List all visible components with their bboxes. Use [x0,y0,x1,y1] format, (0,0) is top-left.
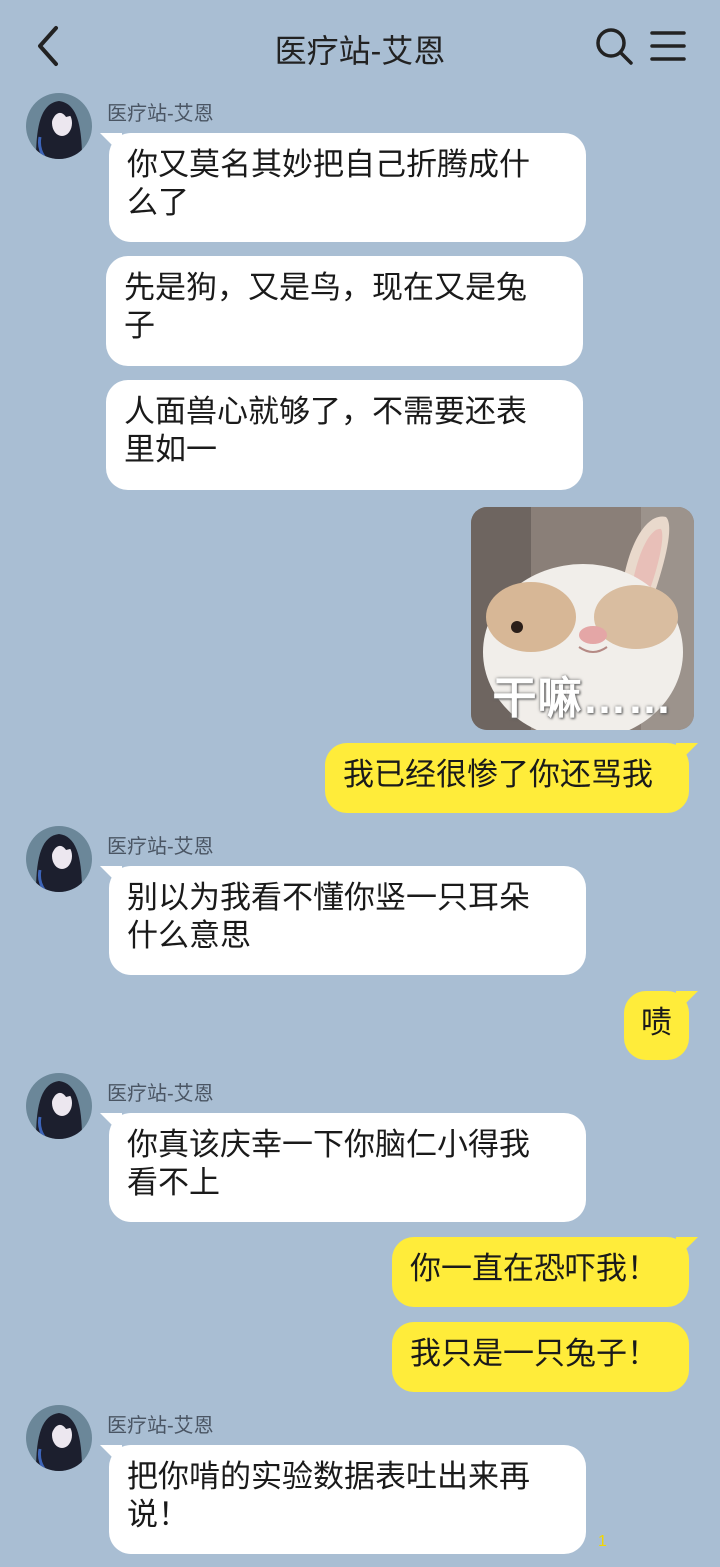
message-line: 里如一 [124,432,217,467]
message-bubble[interactable]: 你真该庆幸一下你脑仁小得我 看不上 [109,1113,586,1222]
avatar[interactable] [26,1405,92,1471]
message-line: 看不上 [127,1165,220,1200]
message-line: 你真该庆幸一下你脑仁小得我 [127,1127,530,1162]
message-bubble[interactable]: 你一直在恐吓我！ [392,1237,689,1307]
message-line: 啧 [641,1005,672,1040]
message-line: 别以为我看不懂你竖一只耳朵 [127,880,530,915]
message-line: 我只是一只兔子！ [410,1336,658,1371]
message-bubble[interactable]: 先是狗，又是鸟，现在又是兔 子 [106,256,583,366]
message-bubble[interactable]: 我只是一只兔子！ [392,1322,689,1392]
message-line: 么了 [127,185,189,220]
menu-button[interactable] [646,24,690,68]
hamburger-menu-icon [650,31,686,61]
message-line: 我已经很惨了你还骂我 [343,757,653,792]
sender-name: 医疗站-艾恩 [107,103,214,125]
search-button[interactable] [592,24,636,68]
message-bubble[interactable]: 人面兽心就够了，不需要还表 里如一 [106,380,583,490]
sticker-image[interactable]: 干嘛…… [471,507,694,730]
message-line: 先是狗，又是鸟，现在又是兔 [124,270,527,305]
message-line: 人面兽心就够了，不需要还表 [124,394,527,429]
unread-count-badge: 1 [598,1533,607,1550]
sender-name: 医疗站-艾恩 [107,836,214,858]
chevron-left-icon [38,26,58,66]
message-bubble[interactable]: 别以为我看不懂你竖一只耳朵 什么意思 [109,866,586,975]
message-line: 你一直在恐吓我！ [410,1251,658,1286]
message-line: 说！ [127,1497,189,1532]
avatar[interactable] [26,93,92,159]
sender-name: 医疗站-艾恩 [107,1083,214,1105]
sender-name: 医疗站-艾恩 [107,1415,214,1437]
avatar[interactable] [26,826,92,892]
top-bar: 医疗站-艾恩 [0,0,720,95]
message-bubble[interactable]: 我已经很惨了你还骂我 [325,743,689,813]
message-line: 什么意思 [127,918,251,953]
sticker-caption: 干嘛…… [492,674,673,723]
message-line: 子 [124,308,155,343]
message-line: 你又莫名其妙把自己折腾成什 [127,147,530,182]
message-bubble[interactable]: 你又莫名其妙把自己折腾成什 么了 [109,133,586,242]
avatar[interactable] [26,1073,92,1139]
message-bubble[interactable]: 把你啃的实验数据表吐出来再 说！ [109,1445,586,1554]
message-line: 把你啃的实验数据表吐出来再 [127,1459,530,1494]
back-button[interactable] [28,22,72,72]
search-icon [596,28,633,65]
message-bubble[interactable]: 啧 [624,991,689,1060]
